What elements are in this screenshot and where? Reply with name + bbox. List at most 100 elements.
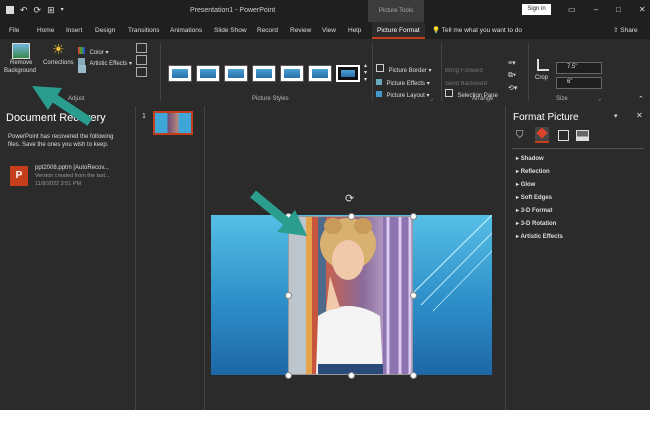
rotate-icon[interactable]: ⟲▾ — [508, 84, 517, 92]
minimize-icon[interactable]: – — [594, 5, 598, 14]
powerpoint-window: ↶ ⟳ ⊞ ▾ Presentation1 - PowerPoint Pictu… — [0, 0, 650, 410]
size-launcher-icon[interactable]: ⌟ — [598, 95, 601, 102]
tell-me-box[interactable]: 💡 Tell me what you want to do — [432, 22, 522, 39]
file-date: 11/8/2022 3:51 PM — [35, 181, 82, 187]
document-recovery-pane: Document Recovery PowerPoint has recover… — [0, 106, 136, 410]
title-bar: ↶ ⟳ ⊞ ▾ Presentation1 - PowerPoint Pictu… — [0, 0, 650, 22]
resize-handle[interactable] — [348, 213, 355, 220]
tab-transitions[interactable]: Transitions — [128, 22, 160, 39]
remove-bg-label-2: Background — [4, 68, 37, 74]
tab-animations[interactable]: Animations — [170, 22, 202, 39]
gallery-scroll[interactable]: ▴ ▾ ▾ — [364, 63, 367, 84]
slide-thumbnail[interactable] — [153, 111, 193, 135]
tab-insert[interactable]: Insert — [66, 22, 82, 39]
width-field[interactable]: 6" — [556, 77, 602, 89]
ribbon-display-icon[interactable]: ▭ — [568, 5, 576, 14]
section-shadow[interactable]: ▸ Shadow — [516, 155, 544, 162]
change-picture-icon[interactable] — [136, 55, 147, 65]
share-button[interactable]: ⇧ Share — [613, 22, 638, 39]
tab-file[interactable]: File — [9, 22, 19, 39]
customize-icon[interactable]: ▾ — [61, 5, 64, 15]
undo-icon[interactable]: ↶ — [20, 5, 28, 15]
annotation-arrow-remove-bg — [32, 86, 93, 126]
share-label: Share — [620, 27, 638, 34]
align-icon[interactable]: ≡▾ — [508, 59, 516, 67]
size-properties-icon[interactable] — [558, 130, 569, 141]
style-thumb[interactable] — [224, 65, 248, 82]
resize-handle[interactable] — [285, 372, 292, 379]
format-picture-title: Format Picture — [513, 112, 579, 123]
slide-editing-canvas: ⟳ — [205, 106, 505, 410]
resize-handle[interactable] — [410, 292, 417, 299]
powerpoint-file-icon: P — [10, 166, 28, 186]
style-thumb[interactable] — [168, 65, 192, 82]
artistic-effects-button[interactable]: Artistic Effects ▾ — [78, 52, 132, 67]
pane-options-icon[interactable]: ▾ — [614, 112, 618, 120]
autosave-icon[interactable] — [6, 6, 14, 14]
color-button[interactable]: Color ▾ — [78, 41, 108, 56]
section-3d-format[interactable]: ▸ 3-D Format — [516, 207, 552, 214]
picture-styles-gallery — [168, 65, 360, 82]
tab-view[interactable]: View — [322, 22, 336, 39]
rotate-handle-icon[interactable]: ⟳ — [345, 192, 354, 205]
close-icon[interactable]: ✕ — [639, 5, 646, 14]
page-background — [0, 410, 650, 430]
tab-picture-format[interactable]: Picture Format — [372, 22, 425, 39]
group-icon[interactable]: ⧉▾ — [508, 72, 516, 80]
maximize-icon[interactable]: □ — [616, 5, 621, 14]
section-soft-edges[interactable]: ▸ Soft Edges — [516, 194, 552, 201]
transparency-icon[interactable] — [78, 65, 86, 73]
style-thumb[interactable] — [252, 65, 276, 82]
collapse-ribbon-icon[interactable]: ⌃ — [638, 95, 644, 103]
style-thumb[interactable] — [280, 65, 304, 82]
resize-handle[interactable] — [348, 372, 355, 379]
redo-icon[interactable]: ⟳ — [34, 5, 42, 15]
sun-icon: ☀ — [52, 41, 65, 57]
tab-help[interactable]: Help — [348, 22, 361, 39]
resize-handle[interactable] — [410, 213, 417, 220]
width-value: 6" — [567, 79, 573, 85]
crop-button[interactable]: Crop — [533, 59, 551, 89]
reset-picture-icon[interactable] — [136, 67, 147, 77]
pane-close-icon[interactable]: ✕ — [636, 111, 643, 120]
format-picture-pane: Format Picture ▾ ✕ ⛉ ▸ Shadow ▸ Reflecti… — [505, 106, 650, 410]
present-icon[interactable]: ⊞ — [47, 5, 55, 15]
tab-record[interactable]: Record — [257, 22, 278, 39]
remove-bg-label-1: Remove — [10, 60, 33, 66]
picture-border-icon — [376, 64, 384, 72]
section-3d-rotation[interactable]: ▸ 3-D Rotation — [516, 220, 556, 227]
picture-layout-label: Picture Layout — [386, 93, 425, 99]
tab-home[interactable]: Home — [37, 22, 54, 39]
tab-review[interactable]: Review — [290, 22, 311, 39]
artistic-effects-label: Artistic Effects — [89, 61, 128, 67]
window-title: Presentation1 - PowerPoint — [190, 7, 276, 14]
effects-icon[interactable] — [535, 127, 549, 143]
share-icon: ⇧ — [613, 27, 619, 34]
section-artistic-effects[interactable]: ▸ Artistic Effects — [516, 233, 563, 240]
picture-layout-button[interactable]: Picture Layout ▾ — [376, 84, 430, 102]
recovered-file-item[interactable]: P ppt2008.pptm [AutoRecov... Version cre… — [8, 164, 132, 192]
resize-handle[interactable] — [285, 292, 292, 299]
picture-icon[interactable] — [576, 130, 589, 141]
crop-label: Crop — [535, 75, 549, 81]
resize-handle[interactable] — [410, 372, 417, 379]
compress-icon[interactable] — [136, 43, 147, 53]
style-thumb-selected[interactable] — [336, 65, 360, 82]
lightbulb-icon: 💡 — [432, 27, 441, 34]
height-field[interactable]: 7.5" — [556, 62, 602, 74]
size-group-label: Size — [556, 96, 568, 102]
tab-slide-show[interactable]: Slide Show — [214, 22, 247, 39]
section-reflection[interactable]: ▸ Reflection — [516, 168, 550, 175]
file-version: Version created from the last... — [35, 173, 110, 179]
sign-in-button[interactable]: Sign in — [522, 4, 551, 15]
dialog-launcher-icon[interactable]: ⌟ — [430, 95, 433, 102]
file-name: ppt2008.pptm [AutoRecov... — [35, 165, 109, 171]
tell-me-label: Tell me what you want to do — [441, 27, 523, 34]
remove-background-icon — [12, 43, 30, 59]
style-thumb[interactable] — [196, 65, 220, 82]
tab-design[interactable]: Design — [95, 22, 115, 39]
selection-pane-icon — [445, 89, 453, 97]
style-thumb[interactable] — [308, 65, 332, 82]
section-glow[interactable]: ▸ Glow — [516, 181, 535, 188]
fill-line-icon[interactable]: ⛉ — [516, 130, 524, 141]
